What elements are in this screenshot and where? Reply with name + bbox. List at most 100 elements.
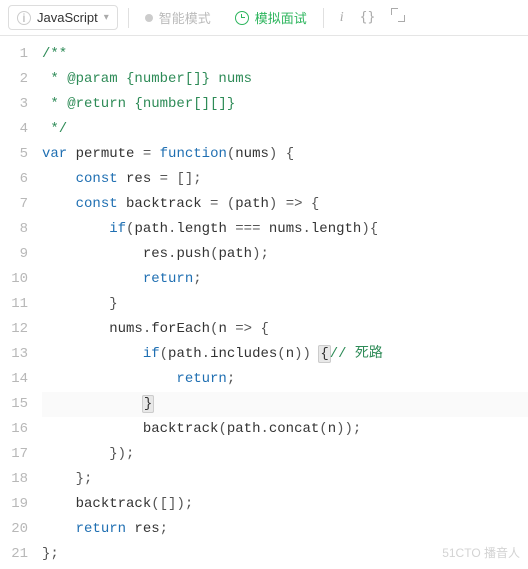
token-kw: if — [109, 221, 126, 237]
token-fn: forEach — [151, 321, 210, 337]
token-punc: } — [76, 471, 84, 487]
token-punc: { — [311, 196, 319, 212]
divider — [128, 8, 129, 28]
code-line[interactable]: if(path.includes(n)) {// 死路 — [42, 342, 528, 367]
expand-icon — [391, 8, 405, 22]
smart-mode-label: 智能模式 — [159, 8, 211, 27]
token-plain: path — [235, 196, 269, 212]
token-punc: . — [260, 421, 268, 437]
line-number: 7 — [0, 192, 28, 217]
code-line[interactable]: }; — [42, 467, 528, 492]
token-plain: res — [126, 521, 160, 537]
token-punc: . — [303, 221, 311, 237]
token-punc: . — [202, 346, 210, 362]
token-kw: var — [42, 146, 67, 162]
token-fn: push — [176, 246, 210, 262]
dot-icon — [145, 14, 153, 22]
token-plain: permute — [67, 146, 143, 162]
token-plain: length — [176, 221, 235, 237]
token-punc: [ — [176, 171, 184, 187]
token-fn: backtrack — [76, 496, 152, 512]
token-plain: nums — [109, 321, 143, 337]
token-punc: ; — [227, 371, 235, 387]
chevron-down-icon: ▾ — [104, 12, 109, 23]
line-number: 19 — [0, 492, 28, 517]
code-line[interactable]: const res = []; — [42, 167, 528, 192]
token-plain: n — [218, 321, 235, 337]
code-line[interactable]: * @param {number[]} nums — [42, 67, 528, 92]
line-number: 20 — [0, 517, 28, 542]
code-line[interactable]: res.push(path); — [42, 242, 528, 267]
token-punc: { — [370, 221, 378, 237]
token-punc: ( — [151, 496, 159, 512]
token-punc: ; — [193, 171, 201, 187]
token-comment: */ — [42, 121, 67, 137]
token-kw: const — [76, 196, 118, 212]
expand-button[interactable] — [385, 4, 411, 31]
line-number: 15 — [0, 392, 28, 417]
code-content[interactable]: /** * @param {number[]} nums * @return {… — [42, 42, 528, 567]
code-line[interactable]: /** — [42, 42, 528, 67]
line-number: 2 — [0, 67, 28, 92]
line-number: 13 — [0, 342, 28, 367]
token-plain: path — [134, 221, 168, 237]
divider — [323, 8, 324, 28]
line-number: 5 — [0, 142, 28, 167]
code-line[interactable]: return; — [42, 367, 528, 392]
language-label: JavaScript — [37, 10, 98, 25]
info-button[interactable]: i — [334, 6, 350, 30]
token-punc: ) — [294, 346, 302, 362]
token-punc: ; — [160, 521, 168, 537]
code-line[interactable]: }); — [42, 442, 528, 467]
line-number: 4 — [0, 117, 28, 142]
line-number: 10 — [0, 267, 28, 292]
line-number: 14 — [0, 367, 28, 392]
token-punc: ; — [126, 446, 134, 462]
code-line[interactable]: backtrack([]); — [42, 492, 528, 517]
line-number: 9 — [0, 242, 28, 267]
mock-interview-button[interactable]: 模拟面试 — [229, 4, 313, 31]
token-hl: } — [142, 395, 154, 413]
token-punc: ( — [218, 421, 226, 437]
token-plain: path — [218, 246, 252, 262]
line-number: 3 — [0, 92, 28, 117]
token-plain: res — [143, 246, 168, 262]
token-punc: ; — [185, 496, 193, 512]
code-editor[interactable]: 123456789101112131415161718192021 /** * … — [0, 36, 528, 567]
language-select[interactable]: i JavaScript ▾ — [8, 5, 118, 30]
token-punc: ; — [260, 246, 268, 262]
line-number: 11 — [0, 292, 28, 317]
token-fn: includes — [210, 346, 277, 362]
token-op: === — [235, 221, 260, 237]
token-punc: ; — [50, 546, 58, 562]
code-line[interactable]: var permute = function(nums) { — [42, 142, 528, 167]
code-line[interactable]: return; — [42, 267, 528, 292]
token-plain: n — [328, 421, 336, 437]
token-punc: ) — [336, 421, 344, 437]
token-punc: } — [109, 446, 117, 462]
line-number: 6 — [0, 167, 28, 192]
token-punc: ) — [361, 221, 369, 237]
token-kw: return — [143, 271, 193, 287]
code-line[interactable]: * @return {number[][]} — [42, 92, 528, 117]
info-icon: i — [17, 11, 31, 25]
code-line[interactable]: return res; — [42, 517, 528, 542]
code-line[interactable]: const backtrack = (path) => { — [42, 192, 528, 217]
code-line[interactable]: nums.forEach(n => { — [42, 317, 528, 342]
token-comment: * @return {number[][]} — [42, 96, 235, 112]
token-op: => — [235, 321, 252, 337]
token-punc: { — [260, 321, 268, 337]
token-punc: ( — [319, 421, 327, 437]
braces-button[interactable]: {} — [354, 6, 382, 29]
token-plain: nums — [260, 221, 302, 237]
smart-mode-button[interactable]: 智能模式 — [139, 4, 217, 31]
code-line[interactable]: } — [42, 392, 528, 417]
token-punc: ) — [118, 446, 126, 462]
token-punc: [ — [160, 496, 168, 512]
token-op: => — [286, 196, 303, 212]
code-line[interactable]: */ — [42, 117, 528, 142]
token-comment: // 死路 — [330, 346, 383, 362]
code-line[interactable]: if(path.length === nums.length){ — [42, 217, 528, 242]
code-line[interactable]: } — [42, 292, 528, 317]
code-line[interactable]: backtrack(path.concat(n)); — [42, 417, 528, 442]
